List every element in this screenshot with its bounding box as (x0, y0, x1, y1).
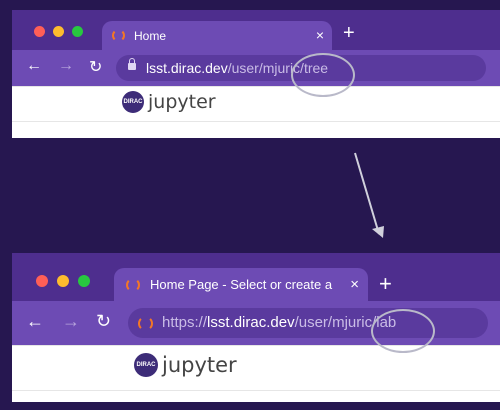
transition-arrow-icon (354, 152, 384, 238)
